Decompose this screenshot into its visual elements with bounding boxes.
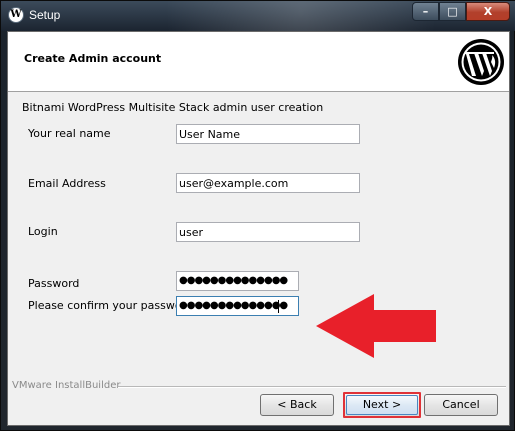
- maximize-button[interactable]: □: [439, 2, 466, 21]
- window-controls: – □ X: [412, 2, 510, 22]
- next-button[interactable]: Next >: [343, 392, 421, 418]
- back-button[interactable]: < Back: [260, 394, 334, 416]
- password-input[interactable]: ●●●●●●●●●●●●●●: [176, 271, 299, 291]
- minimize-button[interactable]: –: [412, 2, 439, 21]
- real-name-input[interactable]: [176, 124, 360, 144]
- next-button-label: Next >: [346, 395, 418, 415]
- email-input[interactable]: [176, 173, 360, 193]
- dialog-client-area: Create Admin account Bitnami WordPress M…: [7, 31, 510, 426]
- window-title: Setup: [29, 8, 61, 22]
- cancel-button[interactable]: Cancel: [424, 394, 498, 416]
- title-bar[interactable]: W Setup – □ X: [1, 1, 515, 31]
- email-label: Email Address: [28, 177, 106, 190]
- password-label: Password: [28, 277, 80, 290]
- installbuilder-brand: VMware InstallBuilder: [12, 380, 121, 391]
- page-subtitle: Bitnami WordPress Multisite Stack admin …: [22, 101, 324, 114]
- wordpress-logo-icon: [458, 39, 504, 85]
- page-header: Create Admin account: [8, 32, 509, 92]
- close-button[interactable]: X: [466, 2, 510, 21]
- confirm-password-label: Please confirm your password: [28, 299, 193, 312]
- footer-divider: [118, 386, 506, 388]
- wordpress-app-icon: W: [8, 7, 24, 23]
- text-caret: [278, 300, 279, 313]
- real-name-label: Your real name: [28, 127, 111, 140]
- page-title: Create Admin account: [24, 52, 162, 65]
- confirm-password-input[interactable]: ●●●●●●●●●●●●●●: [176, 296, 299, 316]
- login-input[interactable]: [176, 222, 360, 242]
- login-label: Login: [28, 225, 58, 238]
- red-arrow-annotation-icon: [316, 294, 436, 358]
- setup-window: W Setup – □ X Create Admin account Bitna…: [0, 0, 515, 431]
